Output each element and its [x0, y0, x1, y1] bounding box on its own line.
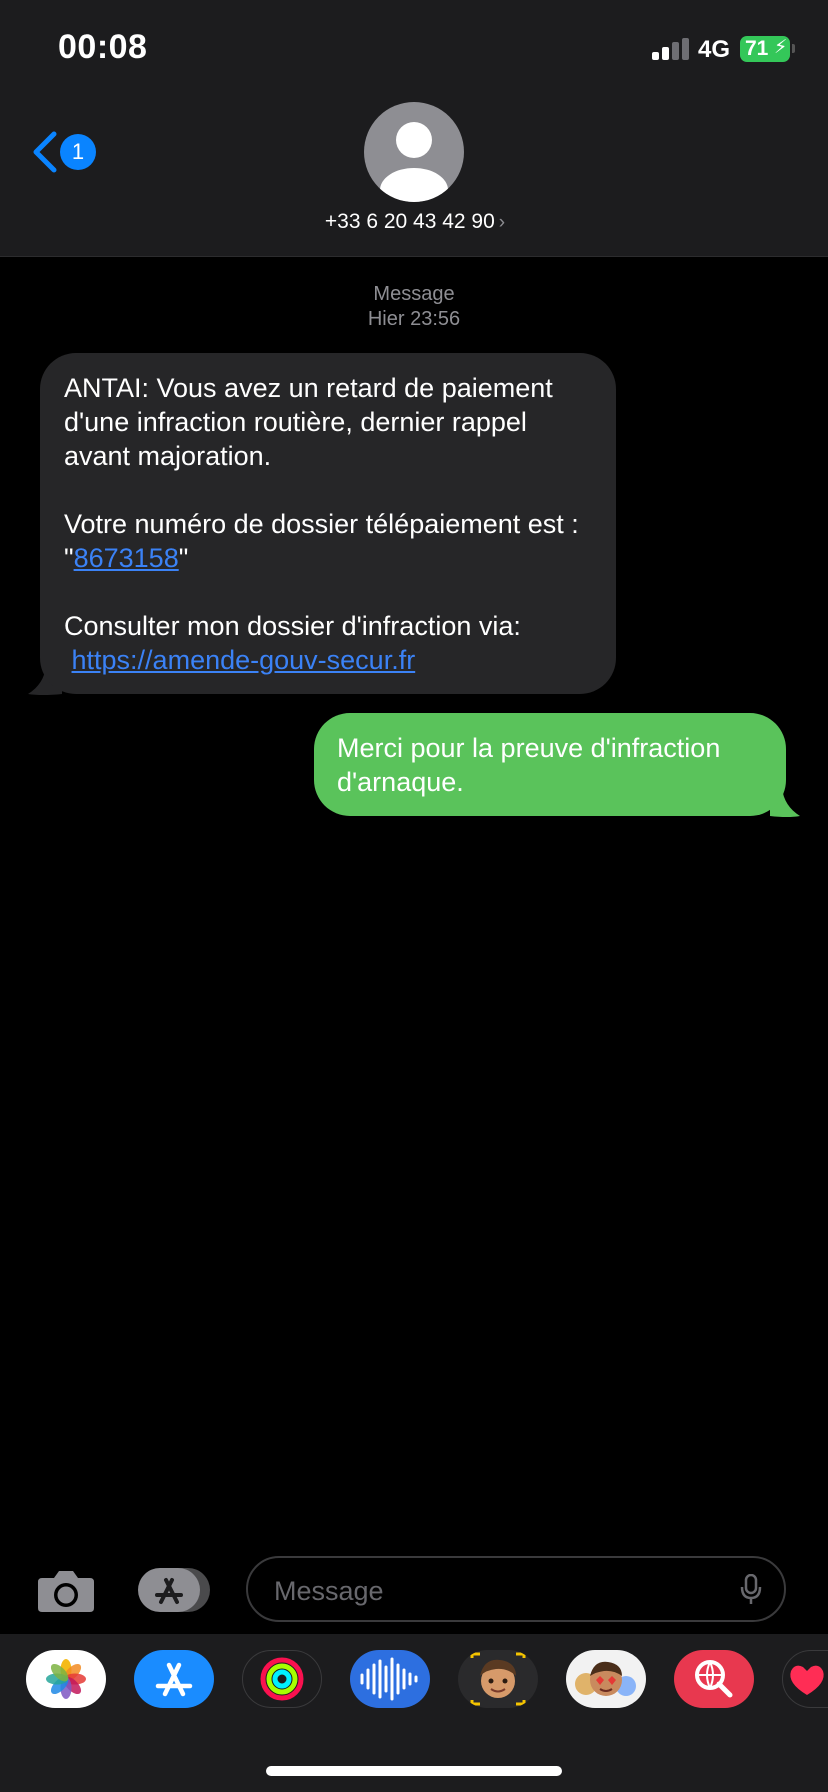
message-text: Consulter mon dossier d'infraction via: [64, 611, 521, 641]
battery-icon: 71 ⚡ [740, 36, 795, 62]
dossier-number-link[interactable]: 8673158 [74, 543, 179, 573]
network-type: 4G [698, 36, 731, 63]
chevron-right-icon: › [498, 212, 506, 233]
activity-icon [260, 1657, 304, 1701]
audio-message-icon [360, 1657, 418, 1701]
home-indicator[interactable] [266, 1766, 562, 1776]
app-store[interactable] [134, 1650, 214, 1708]
camera-button[interactable] [36, 1568, 96, 1614]
message-text: Merci pour la preuve d'infraction d'arna… [337, 733, 721, 797]
app-audio-message[interactable] [350, 1650, 430, 1708]
outgoing-message-bubble[interactable]: Merci pour la preuve d'infraction d'arna… [314, 713, 786, 816]
message-timestamp: Hier 23:56 [367, 308, 461, 330]
web-search-icon [695, 1660, 733, 1698]
app-store-icon [155, 1662, 193, 1697]
memoji-icon [470, 1652, 526, 1706]
scam-url-link[interactable]: https://amende-gouv-secur.fr [72, 645, 416, 675]
unread-count-badge: 1 [60, 134, 96, 170]
app-web-search[interactable] [674, 1650, 754, 1708]
app-memoji[interactable] [458, 1650, 538, 1708]
chevron-left-icon [33, 131, 57, 173]
message-input-field[interactable] [246, 1556, 786, 1622]
message-input[interactable] [272, 1570, 716, 1612]
app-memoji-stickers[interactable] [566, 1650, 646, 1708]
app-store-icon [138, 1568, 210, 1612]
app-photos[interactable] [26, 1650, 106, 1708]
contact-number: +33 6 20 43 42 90 [324, 210, 495, 233]
cellular-signal-icon [652, 38, 690, 60]
digital-touch-icon [790, 1665, 824, 1695]
status-time: 00:08 [58, 28, 148, 66]
photos-icon [46, 1659, 86, 1699]
camera-icon [38, 1571, 94, 1612]
microphone-icon[interactable] [740, 1574, 762, 1606]
service-label: Message [373, 283, 455, 305]
message-text: " [178, 543, 189, 573]
contact-name-button[interactable]: +33 6 20 43 42 90 › [300, 210, 530, 234]
back-button[interactable]: 1 [30, 128, 100, 176]
app-drawer-button[interactable] [138, 1566, 214, 1614]
app-activity[interactable] [242, 1650, 322, 1708]
incoming-message-bubble[interactable]: ANTAI: Vous avez un retard de paiement d… [40, 353, 616, 694]
memoji-stickers-icon [575, 1661, 636, 1696]
contact-avatar[interactable] [364, 102, 464, 202]
message-text: ANTAI: Vous avez un retard de paiement d… [64, 373, 553, 471]
person-icon [380, 122, 448, 202]
charging-bolt-icon: ⚡ [774, 37, 788, 58]
battery-percentage: 71 [745, 37, 769, 60]
